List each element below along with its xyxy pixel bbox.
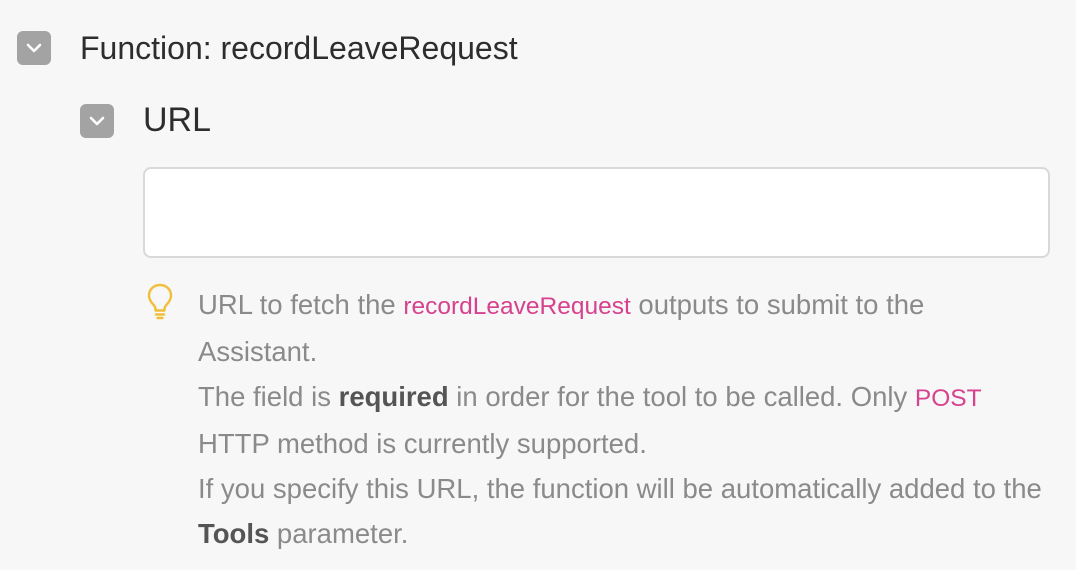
chevron-down-icon bbox=[26, 43, 42, 53]
function-collapse-toggle[interactable] bbox=[17, 31, 51, 65]
hint-paragraph-3: If you specify this URL, the function wi… bbox=[198, 473, 1042, 549]
chevron-down-icon bbox=[89, 116, 105, 126]
url-section-title: URL bbox=[143, 101, 212, 139]
url-collapse-toggle[interactable] bbox=[80, 104, 114, 138]
lightbulb-icon bbox=[147, 283, 173, 320]
url-input[interactable] bbox=[143, 167, 1050, 258]
function-title: Function: recordLeaveRequest bbox=[80, 30, 518, 66]
hint-paragraph-2: The field is required in order for the t… bbox=[198, 381, 982, 459]
bold-tools: Tools bbox=[198, 518, 270, 549]
hint-paragraph-1: URL to fetch the recordLeaveRequest outp… bbox=[198, 289, 925, 367]
inline-code-post: POST bbox=[914, 385, 982, 412]
url-hint-text: URL to fetch the recordLeaveRequest outp… bbox=[198, 282, 1048, 556]
inline-code-function-name: recordLeaveRequest bbox=[403, 293, 631, 320]
bold-required: required bbox=[338, 381, 449, 412]
